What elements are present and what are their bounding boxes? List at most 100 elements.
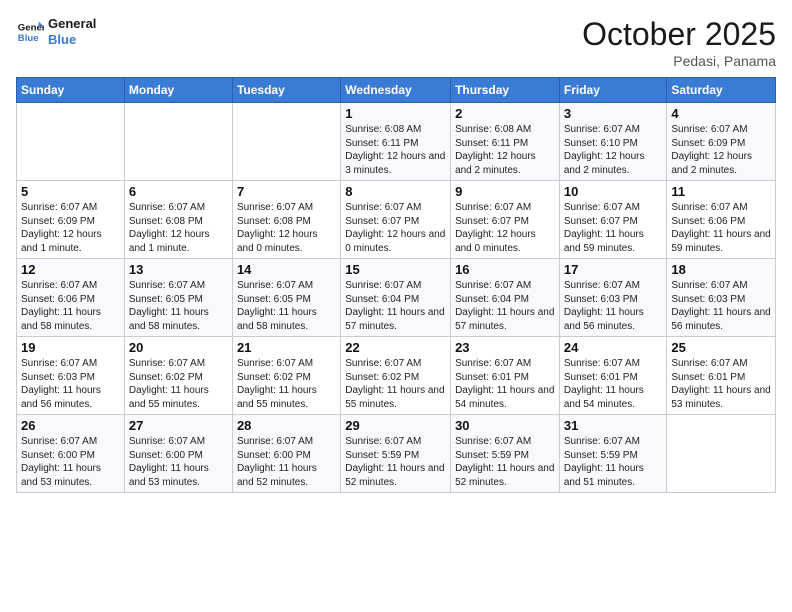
day-number: 24 — [564, 340, 663, 355]
weekday-header: Saturday — [667, 78, 776, 103]
day-info: Sunrise: 6:07 AMSunset: 6:03 PMDaylight:… — [21, 357, 120, 411]
calendar-cell: 4 Sunrise: 6:07 AMSunset: 6:09 PMDaylight… — [667, 103, 776, 181]
calendar-table: SundayMondayTuesdayWednesdayThursdayFrid… — [16, 77, 776, 493]
calendar-cell: 3 Sunrise: 6:07 AMSunset: 6:10 PMDaylight… — [559, 103, 667, 181]
day-info: Sunrise: 6:07 AMSunset: 6:10 PMDaylight:… — [564, 123, 663, 177]
day-number: 31 — [564, 418, 663, 433]
calendar-cell: 23 Sunrise: 6:07 AMSunset: 6:01 PMDayligh… — [451, 337, 560, 415]
day-info: Sunrise: 6:07 AMSunset: 6:04 PMDaylight:… — [455, 279, 555, 333]
day-number: 20 — [129, 340, 228, 355]
calendar-cell: 18Sunrise: 6:07 AMSunset: 6:03 PMDayligh… — [667, 259, 776, 337]
calendar-cell: 24 Sunrise: 6:07 AMSunset: 6:01 PMDayligh… — [559, 337, 667, 415]
day-info: Sunrise: 6:07 AMSunset: 6:05 PMDaylight:… — [237, 279, 336, 333]
logo: General Blue General Blue — [16, 16, 96, 47]
calendar-cell: 29 Sunrise: 6:07 AMSunset: 5:59 PMDayligh… — [341, 415, 451, 493]
weekday-header: Tuesday — [232, 78, 340, 103]
calendar-cell: 20 Sunrise: 6:07 AMSunset: 6:02 PMDayligh… — [124, 337, 232, 415]
day-number: 30 — [455, 418, 555, 433]
day-info: Sunrise: 6:07 AMSunset: 6:06 PMDaylight:… — [671, 201, 771, 255]
calendar-cell — [17, 103, 125, 181]
day-number: 25 — [671, 340, 771, 355]
calendar-cell: 1 Sunrise: 6:08 AMSunset: 6:11 PMDaylight… — [341, 103, 451, 181]
day-number: 18 — [671, 262, 771, 277]
day-info: Sunrise: 6:07 AMSunset: 6:09 PMDaylight:… — [671, 123, 771, 177]
svg-text:Blue: Blue — [18, 32, 39, 43]
day-number: 10 — [564, 184, 663, 199]
day-number: 7 — [237, 184, 336, 199]
day-info: Sunrise: 6:08 AMSunset: 6:11 PMDaylight:… — [455, 123, 555, 177]
day-number: 28 — [237, 418, 336, 433]
location: Pedasi, Panama — [582, 53, 776, 69]
day-number: 19 — [21, 340, 120, 355]
day-number: 9 — [455, 184, 555, 199]
weekday-header: Wednesday — [341, 78, 451, 103]
calendar-cell: 31 Sunrise: 6:07 AMSunset: 5:59 PMDayligh… — [559, 415, 667, 493]
calendar-cell: 30 Sunrise: 6:07 AMSunset: 5:59 PMDayligh… — [451, 415, 560, 493]
day-info: Sunrise: 6:07 AMSunset: 5:59 PMDaylight:… — [455, 435, 555, 489]
calendar-cell: 16 Sunrise: 6:07 AMSunset: 6:04 PMDayligh… — [451, 259, 560, 337]
calendar-cell: 27Sunrise: 6:07 AMSunset: 6:00 PMDayligh… — [124, 415, 232, 493]
day-number: 4 — [671, 106, 771, 121]
calendar-cell: 26 Sunrise: 6:07 AMSunset: 6:00 PMDayligh… — [17, 415, 125, 493]
day-number: 22 — [345, 340, 446, 355]
calendar-cell: 15Sunrise: 6:07 AMSunset: 6:04 PMDayligh… — [341, 259, 451, 337]
calendar-cell: 2 Sunrise: 6:08 AMSunset: 6:11 PMDaylight… — [451, 103, 560, 181]
day-info: Sunrise: 6:07 AMSunset: 5:59 PMDaylight:… — [345, 435, 446, 489]
day-info: Sunrise: 6:07 AMSunset: 6:07 PMDaylight:… — [345, 201, 446, 255]
weekday-header: Sunday — [17, 78, 125, 103]
day-number: 17 — [564, 262, 663, 277]
day-info: Sunrise: 6:07 AMSunset: 6:06 PMDaylight:… — [21, 279, 120, 333]
day-info: Sunrise: 6:08 AMSunset: 6:11 PMDaylight:… — [345, 123, 446, 177]
weekday-header: Monday — [124, 78, 232, 103]
day-number: 6 — [129, 184, 228, 199]
weekday-header: Thursday — [451, 78, 560, 103]
calendar-cell — [124, 103, 232, 181]
calendar-cell: 19 Sunrise: 6:07 AMSunset: 6:03 PMDayligh… — [17, 337, 125, 415]
weekday-header: Friday — [559, 78, 667, 103]
day-info: Sunrise: 6:07 AMSunset: 6:02 PMDaylight:… — [345, 357, 446, 411]
calendar-cell — [232, 103, 340, 181]
calendar-cell — [667, 415, 776, 493]
day-number: 11 — [671, 184, 771, 199]
calendar-cell: 11 Sunrise: 6:07 AMSunset: 6:06 PMDayligh… — [667, 181, 776, 259]
calendar-cell: 22 Sunrise: 6:07 AMSunset: 6:02 PMDayligh… — [341, 337, 451, 415]
day-number: 8 — [345, 184, 446, 199]
day-number: 26 — [21, 418, 120, 433]
day-info: Sunrise: 6:07 AMSunset: 6:02 PMDaylight:… — [129, 357, 228, 411]
day-info: Sunrise: 6:07 AMSunset: 6:07 PMDaylight:… — [455, 201, 555, 255]
day-number: 21 — [237, 340, 336, 355]
month-title: October 2025 — [582, 16, 776, 53]
calendar-cell: 8 Sunrise: 6:07 AMSunset: 6:07 PMDaylight… — [341, 181, 451, 259]
logo-icon: General Blue — [16, 18, 44, 46]
calendar-cell: 14 Sunrise: 6:07 AMSunset: 6:05 PMDayligh… — [232, 259, 340, 337]
calendar-cell: 7 Sunrise: 6:07 AMSunset: 6:08 PMDaylight… — [232, 181, 340, 259]
day-info: Sunrise: 6:07 AMSunset: 6:01 PMDaylight:… — [564, 357, 663, 411]
calendar-cell: 6 Sunrise: 6:07 AMSunset: 6:08 PMDaylight… — [124, 181, 232, 259]
day-info: Sunrise: 6:07 AMSunset: 6:05 PMDaylight:… — [129, 279, 228, 333]
day-info: Sunrise: 6:07 AMSunset: 6:00 PMDaylight:… — [129, 435, 228, 489]
calendar-cell: 17 Sunrise: 6:07 AMSunset: 6:03 PMDayligh… — [559, 259, 667, 337]
title-block: October 2025 Pedasi, Panama — [582, 16, 776, 69]
day-info: Sunrise: 6:07 AMSunset: 6:01 PMDaylight:… — [455, 357, 555, 411]
day-number: 1 — [345, 106, 446, 121]
calendar-cell: 13 Sunrise: 6:07 AMSunset: 6:05 PMDayligh… — [124, 259, 232, 337]
day-info: Sunrise: 6:07 AMSunset: 6:04 PMDaylight:… — [345, 279, 446, 333]
calendar-cell: 5 Sunrise: 6:07 AMSunset: 6:09 PMDaylight… — [17, 181, 125, 259]
day-info: Sunrise: 6:07 AMSunset: 5:59 PMDaylight:… — [564, 435, 663, 489]
day-number: 23 — [455, 340, 555, 355]
day-number: 16 — [455, 262, 555, 277]
day-number: 2 — [455, 106, 555, 121]
day-info: Sunrise: 6:07 AMSunset: 6:03 PMDaylight:… — [564, 279, 663, 333]
day-info: Sunrise: 6:07 AMSunset: 6:09 PMDaylight:… — [21, 201, 120, 255]
day-number: 29 — [345, 418, 446, 433]
day-number: 5 — [21, 184, 120, 199]
day-info: Sunrise: 6:07 AMSunset: 6:00 PMDaylight:… — [21, 435, 120, 489]
day-number: 14 — [237, 262, 336, 277]
calendar-cell: 12Sunrise: 6:07 AMSunset: 6:06 PMDayligh… — [17, 259, 125, 337]
day-info: Sunrise: 6:07 AMSunset: 6:08 PMDaylight:… — [237, 201, 336, 255]
calendar-cell: 21Sunrise: 6:07 AMSunset: 6:02 PMDayligh… — [232, 337, 340, 415]
day-info: Sunrise: 6:07 AMSunset: 6:08 PMDaylight:… — [129, 201, 228, 255]
day-number: 13 — [129, 262, 228, 277]
calendar-cell: 10Sunrise: 6:07 AMSunset: 6:07 PMDayligh… — [559, 181, 667, 259]
day-number: 3 — [564, 106, 663, 121]
